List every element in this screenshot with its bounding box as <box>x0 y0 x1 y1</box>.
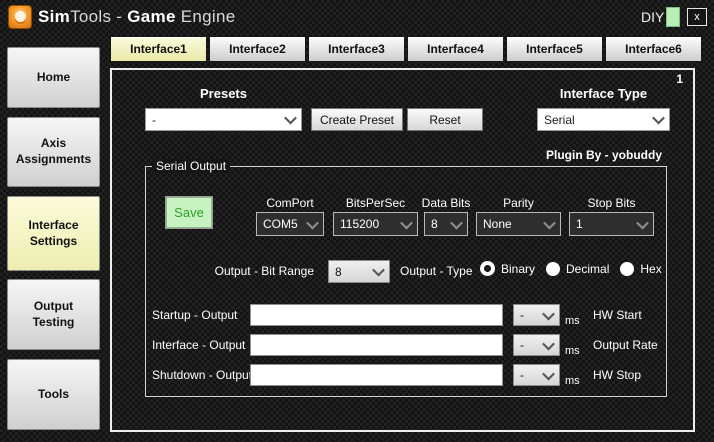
plugin-by-label: Plugin By - yobuddy <box>546 148 662 162</box>
parity-select-value: None <box>483 217 512 231</box>
chevron-down-icon <box>542 337 555 350</box>
main-panel: 1 Presets - Create Preset Reset Interfac… <box>110 68 695 432</box>
bitspersec-select-value: 115200 <box>340 217 380 231</box>
hw-stop-label: HW Stop <box>593 368 642 382</box>
stopbits-label: Stop Bits <box>587 196 636 210</box>
chevron-down-icon <box>284 111 297 125</box>
tab-interface1[interactable]: Interface1 <box>110 36 207 62</box>
title-part-sim: Sim <box>38 7 71 26</box>
output-rate-label: Output Rate <box>593 338 658 352</box>
startup-output-label: Startup - Output <box>152 308 238 322</box>
title-part-tools: Tools - <box>70 7 128 26</box>
stopbits-select-value: 1 <box>576 217 583 231</box>
sidebar-item-output-testing[interactable]: Output Testing <box>7 279 100 350</box>
stopbits-select[interactable]: 1 <box>569 212 654 236</box>
interface-ms-select-value: - <box>520 338 524 352</box>
interface-output-input[interactable] <box>250 334 503 356</box>
bit-range-select-value: 8 <box>335 264 342 279</box>
radio-option-decimal[interactable]: Decimal <box>546 261 610 276</box>
tab-interface5[interactable]: Interface5 <box>506 36 603 62</box>
bitspersec-select[interactable]: 115200 <box>333 212 418 236</box>
hw-start-label: HW Start <box>593 308 642 322</box>
interface-type-select-value: Serial <box>544 112 575 127</box>
chevron-down-icon <box>543 216 556 229</box>
diy-status-indicator[interactable] <box>666 7 680 27</box>
chevron-down-icon <box>542 367 555 380</box>
chevron-down-icon <box>400 216 413 229</box>
page-number: 1 <box>676 72 683 86</box>
create-preset-button[interactable]: Create Preset <box>311 108 403 131</box>
radio-hex-label: Hex <box>640 261 662 276</box>
shutdown-ms-unit: ms <box>565 375 580 387</box>
startup-ms-select[interactable]: - <box>513 304 560 326</box>
shutdown-ms-select-value: - <box>520 368 524 382</box>
radio-option-hex[interactable]: Hex <box>620 261 662 276</box>
bit-range-label: Output - Bit Range <box>214 264 314 278</box>
chevron-down-icon <box>652 111 665 125</box>
serial-output-group-label: Serial Output <box>152 159 231 173</box>
chevron-down-icon <box>306 216 319 229</box>
sidebar-item-tools[interactable]: Tools <box>7 359 100 430</box>
tab-interface4[interactable]: Interface4 <box>407 36 504 62</box>
tab-interface2[interactable]: Interface2 <box>209 36 306 62</box>
serial-output-group: Serial Output Save ComPort COM5 BitsPerS… <box>145 159 667 397</box>
radio-decimal-label: Decimal <box>566 261 610 276</box>
radio-binary-label: Binary <box>501 261 536 276</box>
title-part-game: Game <box>127 7 176 26</box>
interface-ms-unit: ms <box>565 345 580 357</box>
app-logo-icon <box>8 5 32 29</box>
output-type-label: Output - Type <box>400 264 473 278</box>
interface-ms-select[interactable]: - <box>513 334 560 356</box>
chevron-down-icon <box>542 307 555 320</box>
sidebar-item-interface-settings[interactable]: Interface Settings <box>7 196 100 271</box>
shutdown-ms-select[interactable]: - <box>513 364 560 386</box>
reset-button[interactable]: Reset <box>407 108 483 131</box>
bit-range-select[interactable]: 8 <box>328 260 390 283</box>
window-title: SimTools - Game Engine <box>38 7 236 27</box>
sidebar-item-home[interactable]: Home <box>7 47 100 108</box>
databits-select-value: 8 <box>431 217 438 231</box>
startup-output-input[interactable] <box>250 304 503 326</box>
interface-output-label: Interface - Output <box>152 338 246 352</box>
radio-option-binary[interactable]: Binary <box>480 261 535 276</box>
sidebar-item-axis-assignments[interactable]: Axis Assignments <box>7 117 100 187</box>
radio-binary-icon[interactable] <box>480 261 495 276</box>
close-button[interactable]: x <box>687 8 707 26</box>
title-part-engine: Engine <box>175 7 236 26</box>
diy-label: DIY <box>641 9 665 25</box>
save-button[interactable]: Save <box>166 197 212 228</box>
output-type-radio-group: Binary Decimal Hex <box>480 261 662 276</box>
interface-type-select[interactable]: Serial <box>537 108 670 131</box>
comport-select-value: COM5 <box>263 217 298 231</box>
interface-type-label: Interface Type <box>559 86 648 101</box>
chevron-down-icon <box>372 263 385 277</box>
databits-select[interactable]: 8 <box>424 212 468 236</box>
parity-select[interactable]: None <box>476 212 561 236</box>
startup-ms-select-value: - <box>520 308 524 322</box>
tab-interface3[interactable]: Interface3 <box>308 36 405 62</box>
interface-tabs: Interface1 Interface2 Interface3 Interfa… <box>110 36 702 62</box>
radio-decimal-icon[interactable] <box>546 261 561 276</box>
shutdown-output-label: Shutdown - Output <box>152 368 253 382</box>
presets-select[interactable]: - <box>145 108 302 131</box>
shutdown-output-input[interactable] <box>250 364 503 386</box>
presets-label: Presets <box>200 86 247 101</box>
tab-interface6[interactable]: Interface6 <box>605 36 702 62</box>
chevron-down-icon <box>636 216 649 229</box>
comport-select[interactable]: COM5 <box>256 212 324 236</box>
startup-ms-unit: ms <box>565 315 580 327</box>
chevron-down-icon <box>450 216 463 229</box>
radio-hex-icon[interactable] <box>620 261 635 276</box>
presets-select-value: - <box>152 112 156 127</box>
